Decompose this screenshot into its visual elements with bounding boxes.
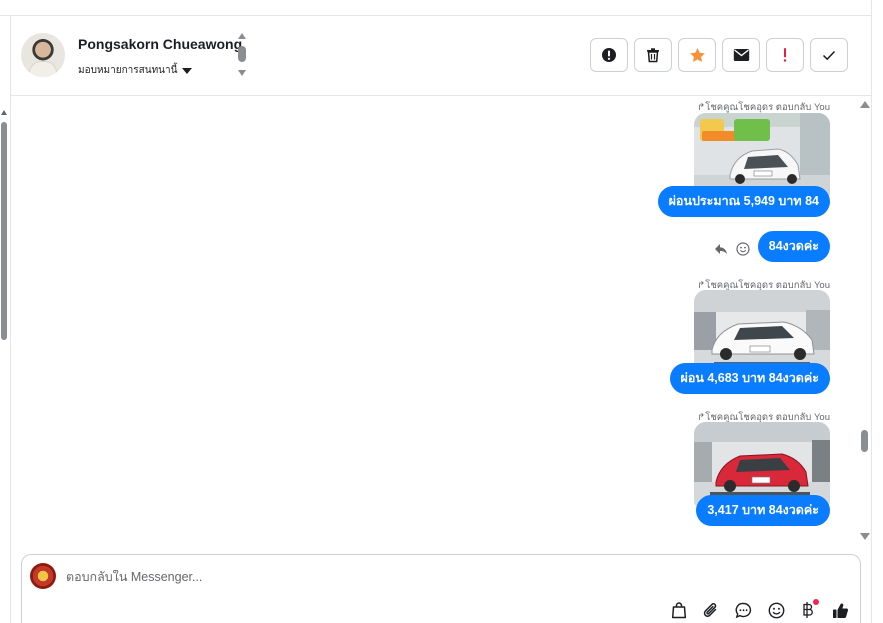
chat-bubble-icon — [735, 602, 751, 618]
message-bubble[interactable]: 3,417 บาท 84งวดค่ะ — [696, 495, 830, 526]
avatar-figure — [29, 61, 57, 77]
star-icon — [689, 47, 705, 62]
car-photo-white-sedan[interactable] — [694, 290, 830, 374]
assign-conversation-dropdown[interactable]: มอบหมายการสนทนานี้ — [78, 63, 193, 78]
car-photo-red-sedan[interactable] — [694, 422, 830, 506]
payment-button[interactable] — [797, 599, 819, 621]
contact-avatar[interactable] — [21, 33, 65, 77]
message-composer — [21, 554, 861, 623]
notification-dot — [813, 599, 819, 605]
reply-input[interactable] — [66, 570, 666, 584]
left-scroll-up-arrow[interactable] — [1, 110, 7, 115]
exclamation-circle-icon — [602, 48, 616, 62]
top-strip — [0, 0, 872, 16]
page-avatar — [30, 563, 56, 589]
done-button[interactable] — [810, 38, 848, 72]
thread-scrollbar-thumb[interactable] — [861, 430, 868, 452]
mark-unread-button[interactable] — [722, 38, 760, 72]
header-scroller[interactable] — [237, 33, 247, 79]
frame-divider-right — [871, 0, 872, 623]
saved-replies-button[interactable] — [732, 599, 754, 621]
info-button[interactable] — [590, 38, 628, 72]
caret-down-icon[interactable] — [238, 70, 246, 76]
message-bubble[interactable]: ผ่อนประมาณ 5,949 บาท 84 — [657, 186, 830, 217]
chevron-down-icon — [182, 67, 193, 74]
car-photo-image — [694, 290, 830, 374]
message-hover-tools — [714, 242, 750, 256]
contact-name[interactable]: Pongsakorn Chueawong — [78, 36, 242, 52]
car-photo-image — [694, 422, 830, 506]
conversation-header: Pongsakorn Chueawong มอบหมายการสนทนานี้ — [11, 16, 871, 96]
thread-scroll-up-arrow[interactable] — [860, 101, 870, 108]
star-button[interactable] — [678, 38, 716, 72]
react-emoji-icon[interactable] — [736, 242, 750, 256]
reply-icon[interactable] — [714, 243, 728, 255]
assign-label: มอบหมายการสนทนานี้ — [78, 65, 178, 76]
bag-icon — [671, 602, 687, 619]
trash-icon — [647, 48, 659, 63]
emoji-icon — [768, 602, 784, 618]
delete-button[interactable] — [634, 38, 672, 72]
emoji-button[interactable] — [765, 599, 787, 621]
message-bubble[interactable]: 84งวดค่ะ — [757, 231, 830, 262]
thread-scroll-down-arrow[interactable] — [860, 533, 870, 540]
header-scroller-thumb[interactable] — [238, 46, 246, 62]
check-icon — [822, 50, 836, 61]
conversation-actions — [590, 38, 848, 72]
exclamation-icon — [783, 48, 787, 62]
thumbs-up-icon — [832, 602, 848, 618]
caret-up-icon[interactable] — [238, 33, 246, 39]
car-photo-white-hatchback[interactable] — [694, 113, 830, 197]
left-scrollbar-thumb[interactable] — [1, 122, 7, 340]
message-thread[interactable]: ↱โชคคูณโชคอุดร ตอบกลับ You ผ่อนประมาณ 5,… — [11, 97, 871, 544]
attach-button[interactable] — [700, 599, 722, 621]
shop-button[interactable] — [668, 599, 690, 621]
messenger-inbox-thread: Pongsakorn Chueawong มอบหมายการสนทนานี้ — [0, 0, 883, 623]
message-bubble[interactable]: ผ่อน 4,683 บาท 84งวดค่ะ — [669, 363, 830, 394]
spam-button[interactable] — [766, 38, 804, 72]
paperclip-icon — [703, 603, 717, 617]
like-button[interactable] — [829, 599, 851, 621]
car-photo-image — [694, 113, 830, 197]
envelope-icon — [733, 49, 749, 61]
